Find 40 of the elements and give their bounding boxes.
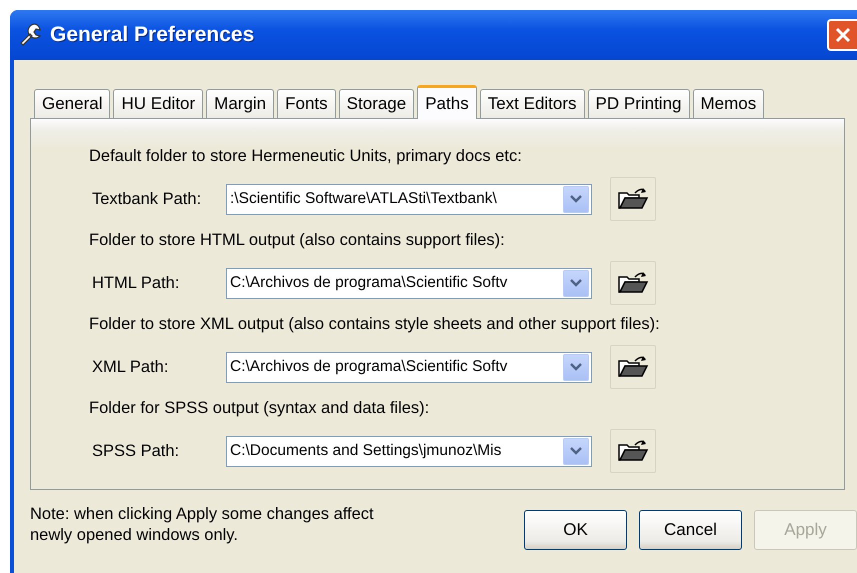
path-dropdown[interactable]: C:\Archivos de programa\Scientific Softv	[226, 268, 592, 298]
field-label: SPSS Path:	[91, 442, 180, 460]
folder-icon	[617, 439, 649, 463]
section-heading: Default folder to store Hermeneutic Units, primary docs etc:	[89, 147, 523, 167]
folder-icon	[617, 355, 649, 379]
chevron-down-icon	[570, 447, 582, 455]
path-dropdown[interactable]: :\Scientific Software\ATLASti\Textbank\	[226, 184, 592, 214]
browse-button[interactable]	[610, 345, 656, 389]
field-label: HTML Path:	[91, 274, 180, 292]
chevron-down-icon	[570, 363, 582, 371]
tab[interactable]: Margin	[206, 89, 274, 118]
tab[interactable]: General	[34, 89, 110, 118]
browse-button[interactable]	[610, 261, 656, 305]
dialog-button[interactable]: OK	[524, 510, 627, 550]
section-heading: Folder for SPSS output (syntax and data files):	[89, 399, 430, 419]
close-button[interactable]	[827, 19, 857, 51]
path-dropdown[interactable]: C:\Archivos de programa\Scientific Softv	[226, 352, 592, 382]
window-title: General Preferences	[50, 23, 254, 47]
tab[interactable]: Memos	[692, 89, 764, 118]
field-label: XML Path:	[91, 358, 170, 376]
browse-button[interactable]	[610, 429, 656, 473]
path-dropdown[interactable]: C:\Documents and Settings\jmunoz\Mis	[226, 436, 592, 466]
tab[interactable]: Storage	[338, 89, 414, 118]
tab[interactable]: HU Editor	[113, 89, 204, 118]
tab[interactable]: PD Printing	[588, 89, 690, 118]
note-text: Note: when clicking Apply some changes affect newly opened windows only.	[30, 504, 375, 546]
chevron-down-icon	[570, 279, 582, 287]
browse-button[interactable]	[610, 177, 656, 221]
chevron-down-icon	[570, 195, 582, 203]
dialog-button[interactable]: Cancel	[639, 510, 742, 550]
close-icon	[834, 26, 852, 44]
field-label: Textbank Path:	[91, 190, 202, 208]
tab[interactable]: Paths	[417, 85, 477, 119]
folder-icon	[617, 271, 649, 295]
tab[interactable]: Text Editors	[480, 89, 585, 118]
wrench-icon	[18, 22, 44, 48]
folder-icon	[617, 187, 649, 211]
section-heading: Folder to store XML output (also contains style sheets and other support files):	[89, 315, 661, 335]
section-heading: Folder to store HTML output (also contains support files):	[89, 231, 506, 251]
tab[interactable]: Fonts	[277, 89, 336, 118]
